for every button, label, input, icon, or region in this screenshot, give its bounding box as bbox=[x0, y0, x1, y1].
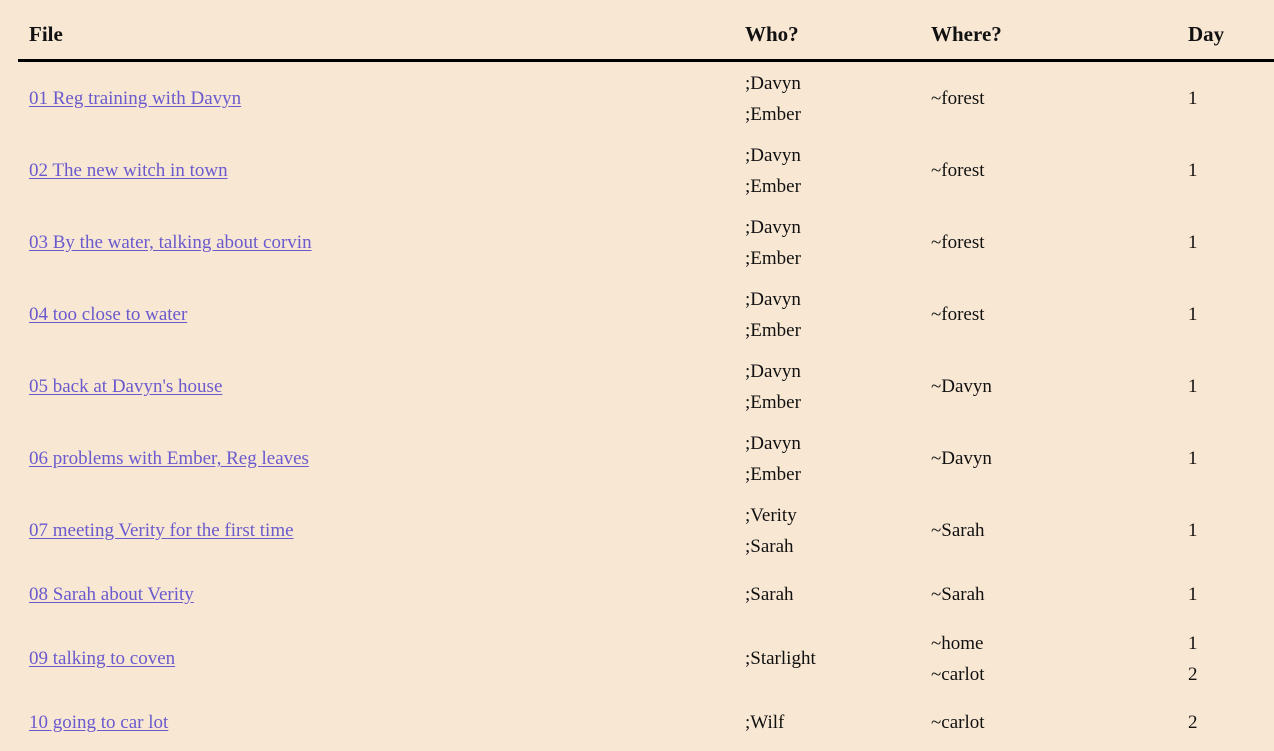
table-row: 09 talking to coven ;Starlight ~home ~carlo… bbox=[18, 623, 1274, 695]
file-link[interactable]: 04 too close to water bbox=[29, 304, 187, 325]
where-cell: ~Sarah bbox=[920, 567, 1188, 623]
who-entry: ;Starlight bbox=[745, 648, 816, 669]
file-cell: 07 meeting Verity for the first time bbox=[18, 495, 734, 567]
who-entry: ;Verity bbox=[745, 504, 797, 526]
header-who[interactable]: Who? bbox=[734, 0, 920, 62]
who-entry: ;Ember bbox=[745, 175, 801, 197]
day-entry: 1 bbox=[1188, 304, 1198, 325]
who-cell: ;Davyn ;Ember bbox=[734, 135, 920, 207]
table-row: 08 Sarah about Verity ;Sarah ~Sarah 1 bbox=[18, 567, 1274, 623]
file-cell: 06 problems with Ember, Reg leaves bbox=[18, 423, 734, 495]
file-table-container: File Who? Where? Day 01 Reg training wit… bbox=[18, 0, 1274, 751]
day-cell: 1 bbox=[1188, 351, 1274, 423]
where-entry: ~home bbox=[931, 632, 984, 654]
who-entry: ;Ember bbox=[745, 103, 801, 125]
file-link[interactable]: 03 By the water, talking about corvin bbox=[29, 232, 312, 253]
table-body: 01 Reg training with Davyn ;Davyn ;Ember ~f… bbox=[18, 60, 1274, 751]
header-where[interactable]: Where? bbox=[920, 0, 1188, 62]
where-cell: ~forest bbox=[920, 60, 1188, 135]
who-entry: ;Sarah bbox=[745, 584, 794, 605]
file-cell: 03 By the water, talking about corvin bbox=[18, 207, 734, 279]
day-entry: 1 bbox=[1188, 160, 1198, 181]
day-cell: 1 bbox=[1188, 135, 1274, 207]
who-entry: ;Ember bbox=[745, 391, 801, 413]
where-entry: ~forest bbox=[931, 304, 985, 325]
day-cell: 1 bbox=[1188, 495, 1274, 567]
header-file[interactable]: File bbox=[18, 0, 734, 62]
who-cell: ;Starlight bbox=[734, 623, 920, 695]
who-cell: ;Verity ;Sarah bbox=[734, 495, 920, 567]
file-link[interactable]: 07 meeting Verity for the first time bbox=[29, 520, 294, 541]
who-entry: ;Davyn bbox=[745, 432, 801, 454]
day-cell: 1 bbox=[1188, 207, 1274, 279]
day-entry: 1 bbox=[1188, 232, 1198, 253]
file-cell: 01 Reg training with Davyn bbox=[18, 60, 734, 135]
who-entry: ;Ember bbox=[745, 463, 801, 485]
file-cell: 08 Sarah about Verity bbox=[18, 567, 734, 623]
where-entry: ~Davyn bbox=[931, 448, 992, 469]
day-cell: 1 bbox=[1188, 60, 1274, 135]
who-entry: ;Davyn bbox=[745, 72, 801, 94]
file-link[interactable]: 05 back at Davyn's house bbox=[29, 376, 222, 397]
who-entry: ;Davyn bbox=[745, 288, 801, 310]
day-entry: 1 bbox=[1188, 584, 1198, 605]
where-cell: ~forest bbox=[920, 135, 1188, 207]
day-cell: 1 bbox=[1188, 567, 1274, 623]
who-entry: ;Davyn bbox=[745, 144, 801, 166]
where-entry: ~Sarah bbox=[931, 520, 985, 541]
file-cell: 04 too close to water bbox=[18, 279, 734, 351]
who-cell: ;Davyn ;Ember bbox=[734, 423, 920, 495]
file-link[interactable]: 08 Sarah about Verity bbox=[29, 584, 194, 605]
day-cell: 1 bbox=[1188, 279, 1274, 351]
who-entry: ;Davyn bbox=[745, 360, 801, 382]
day-entry: 1 bbox=[1188, 376, 1198, 397]
table-row: 06 problems with Ember, Reg leaves ;Davyn… bbox=[18, 423, 1274, 495]
day-entry: 1 bbox=[1188, 632, 1198, 654]
file-table: File Who? Where? Day 01 Reg training wit… bbox=[18, 0, 1274, 751]
day-entry: 1 bbox=[1188, 88, 1198, 109]
where-entry: ~forest bbox=[931, 232, 985, 253]
table-row: 05 back at Davyn's house ;Davyn ;Ember ~Dav… bbox=[18, 351, 1274, 423]
file-link[interactable]: 01 Reg training with Davyn bbox=[29, 88, 241, 109]
file-link[interactable]: 09 talking to coven bbox=[29, 648, 175, 669]
where-cell: ~home ~carlot bbox=[920, 623, 1188, 695]
where-cell: ~forest bbox=[920, 279, 1188, 351]
where-entry: ~carlot bbox=[931, 663, 985, 685]
who-entry: ;Sarah bbox=[745, 535, 794, 557]
file-link[interactable]: 06 problems with Ember, Reg leaves bbox=[29, 448, 309, 469]
where-entry: ~forest bbox=[931, 160, 985, 181]
day-cell: 1 bbox=[1188, 423, 1274, 495]
who-cell: ;Sarah bbox=[734, 567, 920, 623]
who-cell: ;Davyn ;Ember bbox=[734, 351, 920, 423]
header-day[interactable]: Day bbox=[1188, 0, 1274, 62]
who-entry: ;Ember bbox=[745, 319, 801, 341]
file-link[interactable]: 02 The new witch in town bbox=[29, 160, 228, 181]
where-cell: ~forest bbox=[920, 207, 1188, 279]
who-entry: ;Davyn bbox=[745, 216, 801, 238]
table-row: 03 By the water, talking about corvin ;Da… bbox=[18, 207, 1274, 279]
day-cell: 12 bbox=[1188, 623, 1274, 695]
who-cell: ;Davyn ;Ember bbox=[734, 207, 920, 279]
where-cell: ~Sarah bbox=[920, 495, 1188, 567]
file-cell: 02 The new witch in town bbox=[18, 135, 734, 207]
day-entry: 1 bbox=[1188, 448, 1198, 469]
day-entry: 1 bbox=[1188, 520, 1198, 541]
table-row: 07 meeting Verity for the first time ;Ver… bbox=[18, 495, 1274, 567]
who-entry: ;Ember bbox=[745, 247, 801, 269]
who-cell: ;Davyn ;Ember bbox=[734, 60, 920, 135]
table-row: 02 The new witch in town ;Davyn ;Ember ~for… bbox=[18, 135, 1274, 207]
table-header: File Who? Where? Day bbox=[18, 0, 1274, 62]
where-cell: ~Davyn bbox=[920, 351, 1188, 423]
where-entry: ~forest bbox=[931, 88, 985, 109]
where-entry: ~Davyn bbox=[931, 376, 992, 397]
table-row: 04 too close to water ;Davyn ;Ember ~forest… bbox=[18, 279, 1274, 351]
day-entry: 2 bbox=[1188, 663, 1198, 685]
table-row: 01 Reg training with Davyn ;Davyn ;Ember ~f… bbox=[18, 60, 1274, 135]
file-cell: 09 talking to coven bbox=[18, 623, 734, 695]
where-entry: ~Sarah bbox=[931, 584, 985, 605]
who-cell: ;Davyn ;Ember bbox=[734, 279, 920, 351]
where-cell: ~Davyn bbox=[920, 423, 1188, 495]
file-cell: 05 back at Davyn's house bbox=[18, 351, 734, 423]
